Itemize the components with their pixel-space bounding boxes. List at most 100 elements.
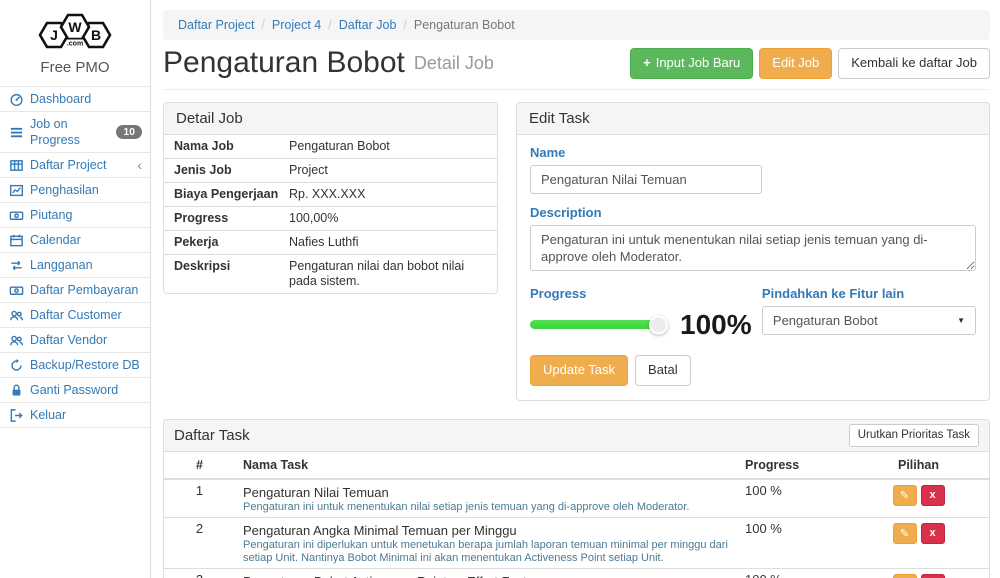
- detail-job-table: Nama JobPengaturan Bobot Jenis JobProjec…: [164, 135, 497, 293]
- sidebar-item-calendar[interactable]: Calendar: [0, 228, 150, 253]
- page-title: Pengaturan Bobot: [163, 48, 405, 78]
- edit-task-icon-button[interactable]: ✎: [893, 485, 917, 506]
- breadcrumb-link-daftar-project[interactable]: Daftar Project: [178, 18, 254, 32]
- detail-job-panel: Detail Job Nama JobPengaturan Bobot Jeni…: [163, 102, 498, 294]
- sidebar-item-keluar[interactable]: Keluar: [0, 403, 150, 428]
- column-header-pilihan: Pilihan: [848, 452, 989, 479]
- sidebar-item-label: Keluar: [30, 407, 66, 423]
- svg-text:B: B: [91, 27, 101, 43]
- batal-button[interactable]: Batal: [635, 355, 691, 386]
- sidebar-item-backup-restore-db[interactable]: Backup/Restore DB: [0, 353, 150, 378]
- task-description: Pengaturan ini diperlukan untuk menetuka…: [243, 539, 729, 565]
- detail-row: Jenis JobProject: [164, 159, 497, 183]
- task-row: 2 Pengaturan Angka Minimal Temuan per Mi…: [164, 517, 989, 568]
- line-chart-icon: [8, 183, 24, 198]
- page-header: Pengaturan Bobot Detail Job +Input Job B…: [163, 40, 990, 90]
- move-feature-selected-value: Pengaturan Bobot: [773, 313, 878, 328]
- edit-task-icon-button[interactable]: ✎: [893, 574, 917, 578]
- detail-row: Nama JobPengaturan Bobot: [164, 135, 497, 159]
- header-buttons: +Input Job Baru Edit Job Kembali ke daft…: [630, 48, 990, 79]
- edit-task-panel: Edit Task Name Description Pengaturan in…: [516, 102, 990, 401]
- sidebar-item-daftar-pembayaran[interactable]: Daftar Pembayaran: [0, 278, 150, 303]
- sidebar-item-langganan[interactable]: Langganan: [0, 253, 150, 278]
- task-description-textarea[interactable]: Pengaturan ini untuk menentukan nilai se…: [530, 225, 976, 271]
- edit-task-icon-button[interactable]: ✎: [893, 523, 917, 544]
- task-name: Pengaturan Nilai Temuan: [243, 485, 729, 500]
- tasks-icon: [8, 125, 24, 140]
- jwb-logo-icon: J W B .com: [27, 8, 123, 54]
- sidebar-item-penghasilan[interactable]: Penghasilan: [0, 178, 150, 203]
- move-feature-select[interactable]: Pengaturan Bobot ▼: [762, 306, 976, 335]
- delete-task-icon-button[interactable]: x: [921, 485, 945, 506]
- sidebar-item-daftar-project[interactable]: Daftar Project ‹: [0, 153, 150, 178]
- task-progress: 100 %: [737, 479, 848, 518]
- page-subtitle: Detail Job: [414, 53, 494, 74]
- breadcrumb-current: Pengaturan Bobot: [414, 18, 515, 32]
- job-count-badge: 10: [116, 125, 142, 140]
- jwb-logo: J W B .com: [0, 0, 150, 57]
- chevron-left-icon: ‹: [137, 158, 142, 172]
- brand-text: Free PMO: [0, 59, 150, 76]
- task-row: 1 Pengaturan Nilai Temuan Pengaturan ini…: [164, 479, 989, 518]
- detail-row: Progress100,00%: [164, 207, 497, 231]
- sidebar-item-daftar-customer[interactable]: Daftar Customer: [0, 303, 150, 328]
- detail-job-panel-title: Detail Job: [164, 103, 497, 135]
- progress-label: Progress: [530, 286, 762, 301]
- sidebar-item-ganti-password[interactable]: Ganti Password: [0, 378, 150, 403]
- sidebar-item-label: Calendar: [30, 232, 81, 248]
- sidebar-item-piutang[interactable]: Piutang: [0, 203, 150, 228]
- move-feature-label: Pindahkan ke Fitur lain: [762, 286, 976, 301]
- money-icon: [8, 283, 24, 298]
- task-progress: 100 %: [737, 517, 848, 568]
- urutkan-prioritas-task-button-top[interactable]: Urutkan Prioritas Task: [849, 424, 979, 447]
- delete-task-icon-button[interactable]: x: [921, 523, 945, 544]
- calendar-icon: [8, 233, 24, 248]
- sidebar-item-label: Piutang: [30, 207, 72, 223]
- edit-job-button[interactable]: Edit Job: [759, 48, 832, 79]
- x-icon: x: [929, 489, 935, 501]
- delete-task-icon-button[interactable]: x: [921, 574, 945, 578]
- task-name-input[interactable]: [530, 165, 762, 194]
- column-header-nama-task: Nama Task: [235, 452, 737, 479]
- dashboard-icon: [8, 92, 24, 107]
- description-label: Description: [530, 205, 976, 220]
- sign-out-icon: [8, 408, 24, 423]
- daftar-task-panel-title: Daftar Task: [174, 427, 250, 444]
- progress-slider[interactable]: [530, 320, 658, 329]
- breadcrumb-link-project-4[interactable]: Project 4: [272, 18, 321, 32]
- pencil-icon: ✎: [900, 489, 909, 502]
- breadcrumb-separator: /: [328, 18, 331, 32]
- detail-row: DeskripsiPengaturan nilai dan bobot nila…: [164, 255, 497, 293]
- column-header-no: #: [164, 452, 235, 479]
- task-description: Pengaturan ini untuk menentukan nilai se…: [243, 501, 729, 514]
- task-name: Pengaturan Angka Minimal Temuan per Ming…: [243, 523, 729, 538]
- lock-icon: [8, 383, 24, 398]
- task-progress: 100 %: [737, 568, 848, 578]
- sidebar-item-dashboard[interactable]: Dashboard: [0, 87, 150, 112]
- sidebar-item-label: Ganti Password: [30, 382, 118, 398]
- breadcrumb-separator: /: [261, 18, 264, 32]
- sidebar-item-job-on-progress[interactable]: Job on Progress 10: [0, 112, 150, 153]
- edit-task-panel-title: Edit Task: [517, 103, 989, 135]
- select-caret-icon: ▼: [957, 316, 965, 325]
- column-header-progress: Progress: [737, 452, 848, 479]
- update-task-button[interactable]: Update Task: [530, 355, 628, 386]
- svg-text:J: J: [50, 27, 58, 43]
- kembali-ke-daftar-job-button[interactable]: Kembali ke daftar Job: [838, 48, 990, 79]
- sidebar-item-label: Backup/Restore DB: [30, 357, 140, 373]
- table-icon: [8, 158, 24, 173]
- sidebar-item-daftar-vendor[interactable]: Daftar Vendor: [0, 328, 150, 353]
- progress-slider-fill: [530, 320, 658, 329]
- progress-slider-handle[interactable]: [649, 315, 668, 334]
- sidebar-item-label: Job on Progress: [30, 116, 110, 148]
- sidebar-item-label: Dashboard: [30, 91, 91, 107]
- breadcrumb-separator: /: [403, 18, 406, 32]
- progress-value: 100%: [680, 311, 752, 339]
- breadcrumb-link-daftar-job[interactable]: Daftar Job: [339, 18, 397, 32]
- sidebar-menu: Dashboard Job on Progress 10 Daftar Proj…: [0, 86, 150, 428]
- plus-icon: +: [643, 55, 651, 72]
- money-icon: [8, 208, 24, 223]
- detail-row: Biaya PengerjaanRp. XXX.XXX: [164, 183, 497, 207]
- x-icon: x: [929, 527, 935, 539]
- input-job-baru-button[interactable]: +Input Job Baru: [630, 48, 753, 79]
